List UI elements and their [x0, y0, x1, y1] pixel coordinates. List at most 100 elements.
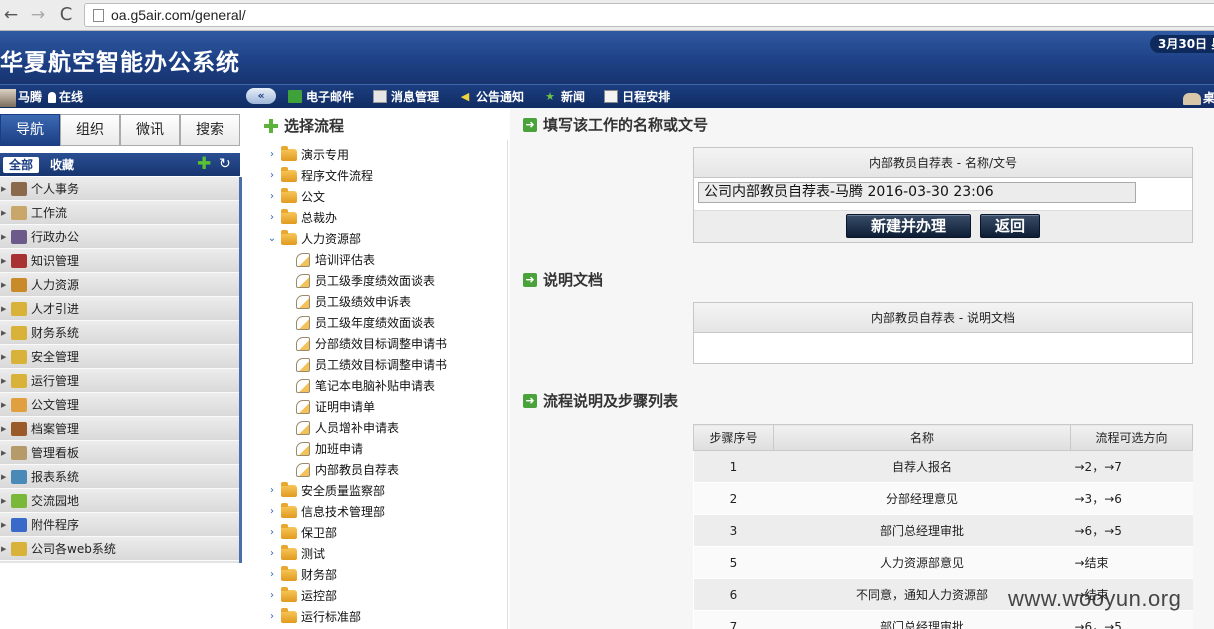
tree-folder[interactable]: › 总裁办 [266, 207, 337, 228]
tree-flow-item[interactable]: 证明申请单 [296, 396, 375, 417]
nav-item[interactable]: ▶ 个人事务 [0, 177, 239, 201]
module-icon [11, 181, 27, 196]
section-title-text: 填写该工作的名称或文号 [543, 116, 709, 134]
nav-item[interactable]: ▶ 行政办公 [0, 225, 239, 249]
step-name-cell: 部门总经理审批 [773, 514, 1071, 547]
tree-flow-item[interactable]: 员工级绩效申诉表 [296, 291, 411, 312]
tree-folder[interactable]: › 测试 [266, 543, 325, 564]
refresh-icon[interactable]: ↻ [219, 156, 231, 172]
nav-item[interactable]: ▶ 管理看板 [0, 441, 239, 465]
expand-arrow-icon[interactable]: ▶ [1, 497, 9, 505]
expand-arrow-icon[interactable]: ▶ [1, 329, 9, 337]
chevron-right-icon[interactable]: › [266, 149, 278, 160]
expand-arrow-icon[interactable]: ▶ [1, 473, 9, 481]
module-icon [11, 469, 27, 484]
expand-arrow-icon[interactable]: ▶ [1, 377, 9, 385]
tab-navigation[interactable]: 导航 [0, 114, 60, 146]
nav-item[interactable]: ▶ 公司各web系统 [0, 537, 239, 561]
collapse-panel-button[interactable]: « [246, 88, 276, 104]
chevron-right-icon[interactable]: › [266, 527, 278, 538]
nav-item[interactable]: ▶ 安全管理 [0, 345, 239, 369]
expand-arrow-icon[interactable]: ▶ [1, 185, 9, 193]
tree-flow-item[interactable]: 人员增补申请表 [296, 417, 399, 438]
tab-search[interactable]: 搜索 [180, 114, 240, 146]
nav-item[interactable]: ▶ 公文管理 [0, 393, 239, 417]
tab-micro-message[interactable]: 微讯 [120, 114, 180, 146]
nav-item[interactable]: ▶ 人才引进 [0, 297, 239, 321]
expand-arrow-icon[interactable]: ▶ [1, 401, 9, 409]
expand-arrow-icon[interactable]: ▶ [1, 209, 9, 217]
expand-arrow-icon[interactable]: ▶ [1, 281, 9, 289]
menu-item-messages[interactable]: 消息管理 [373, 88, 439, 105]
menu-item-news[interactable]: ★ 新闻 [543, 88, 585, 105]
menu-item-label: 新闻 [561, 90, 586, 104]
arrow-right-icon: ➜ [523, 117, 537, 132]
desktop-menu[interactable]: 桌 [1183, 89, 1214, 106]
address-bar[interactable]: oa.g5air.com/general/ [84, 3, 1214, 27]
expand-arrow-icon[interactable]: ▶ [1, 233, 9, 241]
nav-item[interactable]: ▶ 工作流 [0, 201, 239, 225]
nav-item-label: 交流园地 [31, 494, 80, 508]
nav-item[interactable]: ▶ 人力资源 [0, 273, 239, 297]
tab-organization[interactable]: 组织 [60, 114, 120, 146]
tree-folder[interactable]: › 财务部 [266, 564, 337, 585]
chevron-right-icon[interactable]: › [266, 548, 278, 559]
subtab-all[interactable]: 全部 [3, 157, 39, 173]
expand-arrow-icon[interactable]: ▶ [1, 425, 9, 433]
module-icon [11, 325, 27, 340]
tree-folder[interactable]: › 保卫部 [266, 522, 337, 543]
chevron-down-icon[interactable]: ⌄ [266, 233, 278, 244]
reload-icon[interactable]: C [55, 4, 77, 26]
subtab-favorites[interactable]: 收藏 [50, 157, 74, 173]
chevron-right-icon[interactable]: › [266, 569, 278, 580]
nav-item[interactable]: ▶ 附件程序 [0, 513, 239, 537]
user-status[interactable]: 马腾 在线 [0, 88, 83, 107]
tree-folder[interactable]: › 运控部 [266, 585, 337, 606]
nav-item[interactable]: ▶ 知识管理 [0, 249, 239, 273]
add-icon[interactable]: ✚ [197, 156, 211, 173]
menu-item-calendar[interactable]: 日程安排 [604, 88, 670, 105]
chevron-right-icon[interactable]: › [266, 170, 278, 181]
work-name-input[interactable]: 公司内部教员自荐表-马腾 2016-03-30 23:06 [698, 182, 1136, 203]
tree-flow-item[interactable]: 员工级季度绩效面谈表 [296, 270, 435, 291]
chevron-right-icon[interactable]: › [266, 611, 278, 622]
expand-arrow-icon[interactable]: ▶ [1, 257, 9, 265]
nav-item[interactable]: ▶ 财务系统 [0, 321, 239, 345]
nav-item[interactable]: ▶ 档案管理 [0, 417, 239, 441]
expand-arrow-icon[interactable]: ▶ [1, 521, 9, 529]
tree-flow-item[interactable]: 加班申请 [296, 438, 363, 459]
create-and-process-button[interactable]: 新建并办理 [846, 214, 971, 238]
chevron-right-icon[interactable]: › [266, 485, 278, 496]
tree-folder[interactable]: › 演示专用 [266, 144, 349, 165]
nav-item[interactable]: ▶ 报表系统 [0, 465, 239, 489]
tree-folder[interactable]: › 安全质量监察部 [266, 480, 385, 501]
chevron-right-icon[interactable]: › [266, 590, 278, 601]
tree-folder[interactable]: › 运行标准部 [266, 606, 361, 627]
tree-folder[interactable]: › 公文 [266, 186, 325, 207]
nav-item[interactable]: ▶ 运行管理 [0, 369, 239, 393]
menu-item-announcements[interactable]: ◀ 公告通知 [458, 88, 524, 105]
expand-arrow-icon[interactable]: ▶ [1, 449, 9, 457]
tree-flow-item[interactable]: 培训评估表 [296, 249, 375, 270]
expand-arrow-icon[interactable]: ▶ [1, 545, 9, 553]
tree-flow-item[interactable]: 员工绩效目标调整申请书 [296, 354, 447, 375]
tree-folder[interactable]: ⌄ 人力资源部 [266, 228, 361, 249]
tree-flow-item[interactable]: 笔记本电脑补贴申请表 [296, 375, 435, 396]
chevron-right-icon[interactable]: › [266, 506, 278, 517]
forward-arrow-icon[interactable]: → [27, 4, 49, 26]
tree-folder[interactable]: › 程序文件流程 [266, 165, 373, 186]
tree-flow-item[interactable]: 分部绩效目标调整申请书 [296, 333, 447, 354]
chevron-right-icon[interactable]: › [266, 212, 278, 223]
expand-arrow-icon[interactable]: ▶ [1, 353, 9, 361]
tree-flow-item[interactable]: 内部教员自荐表 [296, 459, 399, 480]
tree-folder[interactable]: › 信息技术管理部 [266, 501, 385, 522]
expand-arrow-icon[interactable]: ▶ [1, 305, 9, 313]
nav-item[interactable]: ▶ 交流园地 [0, 489, 239, 513]
step-name-cell: 分部经理意见 [773, 482, 1071, 515]
tree-flow-item[interactable]: 员工级年度绩效面谈表 [296, 312, 435, 333]
module-icon [11, 373, 27, 388]
menu-item-email[interactable]: 电子邮件 [288, 88, 354, 105]
back-arrow-icon[interactable]: ← [0, 4, 22, 26]
chevron-right-icon[interactable]: › [266, 191, 278, 202]
back-button[interactable]: 返回 [980, 214, 1040, 238]
